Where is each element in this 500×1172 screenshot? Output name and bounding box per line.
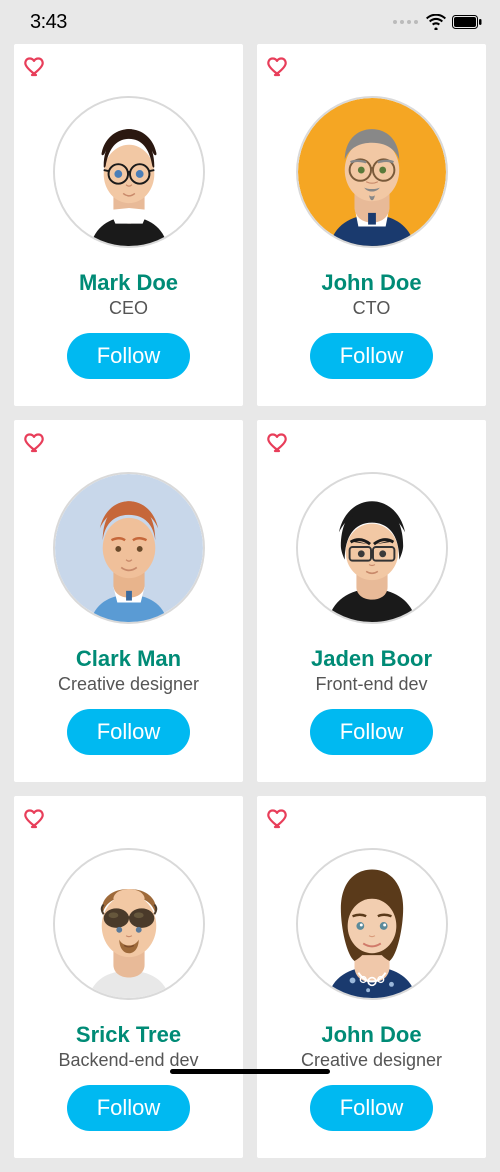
follow-button[interactable]: Follow xyxy=(67,709,191,755)
battery-icon xyxy=(452,15,482,29)
follow-button[interactable]: Follow xyxy=(310,333,434,379)
person-role: Front-end dev xyxy=(315,674,427,695)
follow-button[interactable]: Follow xyxy=(310,709,434,755)
heart-icon[interactable] xyxy=(267,430,291,454)
person-role: Backend-end dev xyxy=(58,1050,198,1071)
follow-button[interactable]: Follow xyxy=(67,333,191,379)
status-time: 3:43 xyxy=(30,11,67,34)
avatar xyxy=(53,848,205,1000)
person-card: Jaden Boor Front-end dev Follow xyxy=(257,420,486,782)
person-name: Clark Man xyxy=(76,646,181,672)
follow-button[interactable]: Follow xyxy=(67,1085,191,1131)
heart-icon[interactable] xyxy=(267,806,291,830)
status-bar: 3:43 xyxy=(0,0,500,44)
status-right xyxy=(393,14,482,30)
heart-icon[interactable] xyxy=(24,430,48,454)
avatar xyxy=(296,96,448,248)
wifi-icon xyxy=(426,14,446,30)
heart-icon[interactable] xyxy=(24,806,48,830)
person-name: John Doe xyxy=(321,270,421,296)
avatar xyxy=(296,848,448,1000)
person-name: Mark Doe xyxy=(79,270,178,296)
person-role: CEO xyxy=(109,298,148,319)
people-grid: Mark Doe CEO Follow xyxy=(0,44,500,1172)
follow-button[interactable]: Follow xyxy=(310,1085,434,1131)
person-name: Jaden Boor xyxy=(311,646,432,672)
person-role: CTO xyxy=(353,298,391,319)
signal-dots-icon xyxy=(393,20,418,24)
person-role: Creative designer xyxy=(301,1050,442,1071)
avatar xyxy=(53,472,205,624)
home-indicator[interactable] xyxy=(170,1069,330,1074)
person-card: John Doe CTO Follow xyxy=(257,44,486,406)
person-card: Clark Man Creative designer Follow xyxy=(14,420,243,782)
person-card: John Doe Creative designer Follow xyxy=(257,796,486,1158)
heart-icon[interactable] xyxy=(24,54,48,78)
avatar xyxy=(53,96,205,248)
heart-icon[interactable] xyxy=(267,54,291,78)
person-card: Srick Tree Backend-end dev Follow xyxy=(14,796,243,1158)
person-card: Mark Doe CEO Follow xyxy=(14,44,243,406)
person-name: John Doe xyxy=(321,1022,421,1048)
person-name: Srick Tree xyxy=(76,1022,181,1048)
avatar xyxy=(296,472,448,624)
person-role: Creative designer xyxy=(58,674,199,695)
